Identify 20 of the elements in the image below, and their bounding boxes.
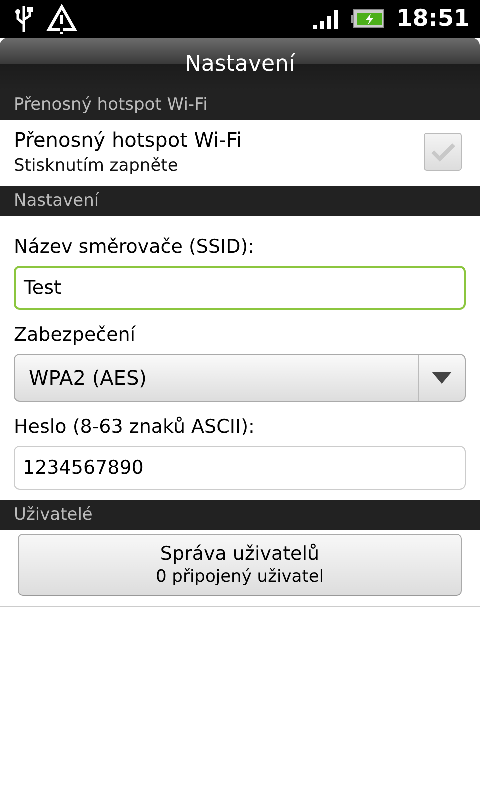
- setting-title: Přenosný hotspot Wi-Fi: [14, 128, 244, 152]
- battery-icon: [350, 9, 385, 29]
- section-title: Nastavení: [14, 191, 100, 211]
- field-label: Název směrovače (SSID):: [14, 236, 256, 258]
- manage-users-button[interactable]: Správa uživatelů 0 připojený uživatel: [18, 534, 462, 596]
- screen-title: Nastavení: [184, 52, 296, 76]
- dropdown[interactable]: WPA2 (AES): [14, 354, 466, 402]
- section-title: Přenosný hotspot Wi-Fi: [14, 95, 208, 115]
- clock: 18:51: [396, 6, 470, 32]
- input-field[interactable]: Test: [14, 266, 466, 310]
- dropdown-arrow-icon: [432, 372, 452, 384]
- section-title: Uživatelé: [14, 505, 93, 525]
- field-label: Zabezpečení: [14, 324, 137, 346]
- checkbox[interactable]: [424, 133, 462, 171]
- signal-icon: [312, 9, 339, 29]
- setting-summary: Stisknutím zapněte: [14, 156, 180, 176]
- input-field[interactable]: 1234567890: [14, 446, 466, 490]
- usb-icon: [14, 4, 34, 34]
- warning-icon: [46, 4, 78, 34]
- field-label: Heslo (8-63 znaků ASCII):: [14, 416, 256, 438]
